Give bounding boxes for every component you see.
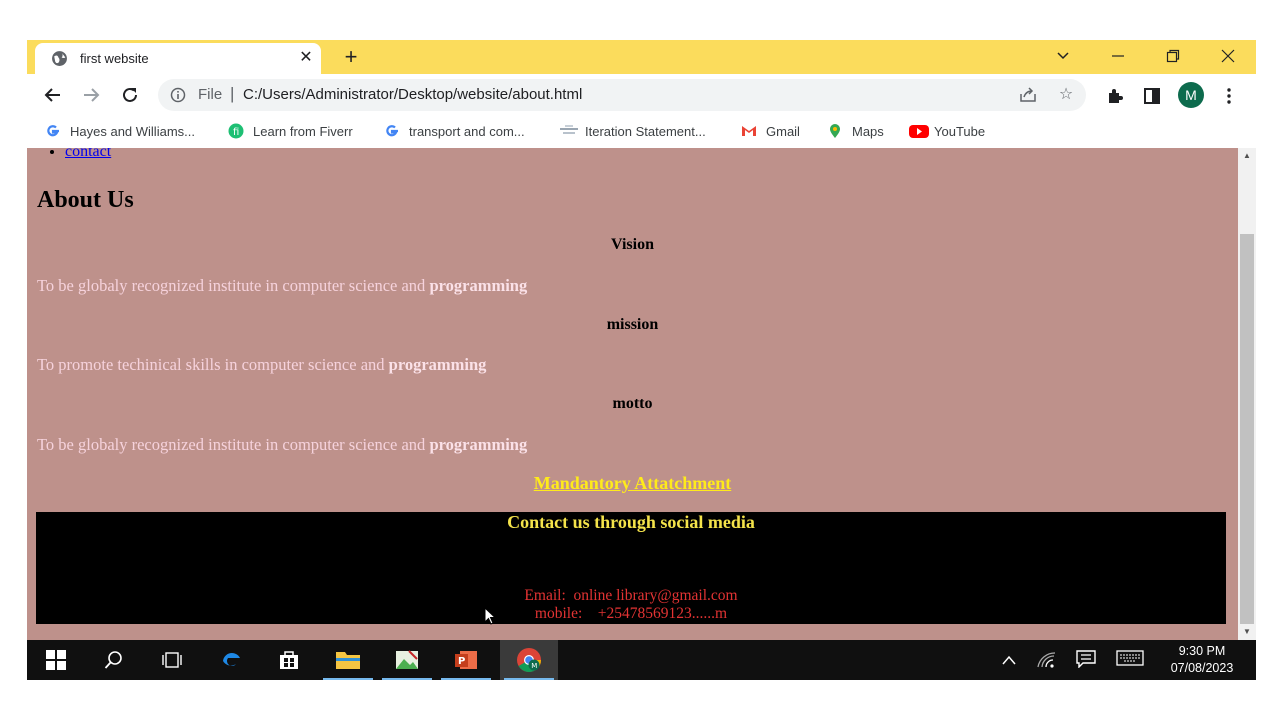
- bookmark-iteration-statement[interactable]: Iteration Statement...: [560, 123, 706, 141]
- bookmark-label: Learn from Fiverr: [253, 124, 353, 139]
- scroll-up-arrow-icon[interactable]: ▲: [1238, 148, 1256, 164]
- new-tab-button[interactable]: +: [338, 45, 364, 71]
- info-icon[interactable]: [170, 87, 186, 103]
- bookmark-label: Hayes and Williams...: [70, 124, 195, 139]
- contact-email: Email: online library@gmail.com: [524, 587, 738, 604]
- bookmark-label: Iteration Statement...: [585, 124, 706, 139]
- close-window-icon[interactable]: [1201, 40, 1255, 70]
- vertical-scrollbar[interactable]: ▲ ▼: [1238, 148, 1256, 640]
- nav-list: contact: [47, 148, 111, 161]
- restore-icon[interactable]: [1146, 40, 1200, 70]
- bookmark-star-icon[interactable]: ☆: [1056, 85, 1076, 105]
- bookmark-maps[interactable]: Maps: [827, 123, 884, 141]
- bookmark-hayes-williams[interactable]: Hayes and Williams...: [45, 123, 195, 141]
- google-icon: [384, 123, 400, 139]
- url-text[interactable]: C:/Users/Administrator/Desktop/website/a…: [243, 86, 582, 103]
- scrollbar-thumb[interactable]: [1240, 234, 1254, 624]
- svg-text:M: M: [531, 662, 537, 670]
- network-icon[interactable]: [1036, 650, 1058, 670]
- page-icon: [560, 123, 578, 139]
- bookmark-label: transport and com...: [409, 124, 525, 139]
- motto-text: To be globaly recognized institute in co…: [37, 435, 528, 454]
- store-icon[interactable]: [260, 640, 318, 680]
- show-hidden-icons-icon[interactable]: [998, 650, 1020, 670]
- close-tab-icon[interactable]: ✕: [295, 47, 317, 69]
- mission-text: To promote techinical skills in computer…: [37, 355, 487, 374]
- bookmark-fiverr[interactable]: fi Learn from Fiverr: [228, 123, 353, 141]
- scheme-separator: |: [230, 84, 235, 103]
- file-scheme-label: File: [198, 86, 223, 103]
- page-title: About Us: [37, 187, 134, 213]
- menu-kebab-icon[interactable]: [1214, 80, 1244, 110]
- windows-taskbar: P M 9:30 PM 07/08/2023: [27, 640, 1256, 680]
- photo-app-icon[interactable]: [378, 640, 436, 680]
- windows-start-icon[interactable]: [27, 640, 85, 680]
- gmail-icon: [741, 123, 757, 139]
- search-icon[interactable]: [85, 640, 143, 680]
- forward-button[interactable]: [76, 80, 106, 110]
- svg-text:P: P: [458, 656, 465, 667]
- motto-heading: motto: [612, 395, 653, 412]
- browser-window: first website ✕ + File | C:/Users/Admini…: [27, 40, 1256, 680]
- vision-text: To be globaly recognized institute in co…: [37, 276, 528, 295]
- task-view-icon[interactable]: [143, 640, 201, 680]
- tab-title: first website: [80, 51, 149, 66]
- profile-avatar[interactable]: M: [1178, 82, 1204, 108]
- page-viewport: contact About Us Vision To be globaly re…: [27, 148, 1238, 640]
- keyboard-icon[interactable]: [1115, 650, 1145, 670]
- tab-search-icon[interactable]: [1036, 40, 1090, 70]
- svg-text:fi: fi: [233, 127, 239, 138]
- vision-heading: Vision: [611, 236, 654, 253]
- contact-mobile: mobile: +25478569123......m: [534, 605, 728, 622]
- notifications-icon[interactable]: [1075, 650, 1097, 670]
- back-button[interactable]: [38, 80, 68, 110]
- file-explorer-icon[interactable]: [319, 640, 377, 680]
- bookmark-transport[interactable]: transport and com...: [384, 123, 525, 141]
- nav-list-item: contact: [65, 148, 111, 161]
- mouse-cursor-icon: [484, 607, 496, 625]
- bookmark-label: YouTube: [934, 124, 986, 139]
- reload-button[interactable]: [115, 80, 145, 110]
- contact-link[interactable]: contact: [65, 148, 111, 160]
- edge-icon[interactable]: [202, 640, 260, 680]
- bookmark-youtube[interactable]: YouTube: [909, 123, 985, 141]
- browser-toolbar: File | C:/Users/Administrator/Desktop/we…: [27, 74, 1256, 116]
- bookmark-label: Gmail: [766, 124, 800, 139]
- clock-time: 9:30 PM: [1178, 644, 1226, 658]
- chrome-icon[interactable]: M: [500, 640, 558, 680]
- tab-first-website[interactable]: first website ✕: [35, 43, 321, 74]
- scroll-down-arrow-icon[interactable]: ▼: [1238, 624, 1256, 640]
- address-bar[interactable]: File | C:/Users/Administrator/Desktop/we…: [158, 79, 1086, 111]
- powerpoint-icon[interactable]: P: [437, 640, 495, 680]
- system-clock[interactable]: 9:30 PM 07/08/2023: [1157, 643, 1247, 677]
- google-icon: [45, 123, 61, 139]
- side-panel-icon[interactable]: [1137, 80, 1167, 110]
- footer-heading: Contact us through social media: [507, 512, 755, 532]
- clock-date: 07/08/2023: [1170, 661, 1234, 675]
- mandatory-attachment-link[interactable]: Mandantory Attatchment: [27, 473, 1238, 494]
- contact-footer: Contact us through social media Email: o…: [36, 512, 1226, 624]
- maps-icon: [827, 123, 843, 139]
- mission-heading: mission: [606, 316, 659, 333]
- tab-strip: first website ✕ +: [27, 40, 1256, 74]
- extensions-icon[interactable]: [1100, 80, 1130, 110]
- minimize-icon[interactable]: [1091, 40, 1145, 70]
- youtube-icon: [909, 123, 929, 139]
- globe-icon: [52, 51, 67, 66]
- bookmark-gmail[interactable]: Gmail: [741, 123, 800, 141]
- share-icon[interactable]: [1018, 85, 1038, 105]
- bookmarks-bar: Hayes and Williams... fi Learn from Fiver…: [27, 116, 1256, 149]
- fiverr-icon: fi: [228, 123, 244, 139]
- bookmark-label: Maps: [852, 124, 884, 139]
